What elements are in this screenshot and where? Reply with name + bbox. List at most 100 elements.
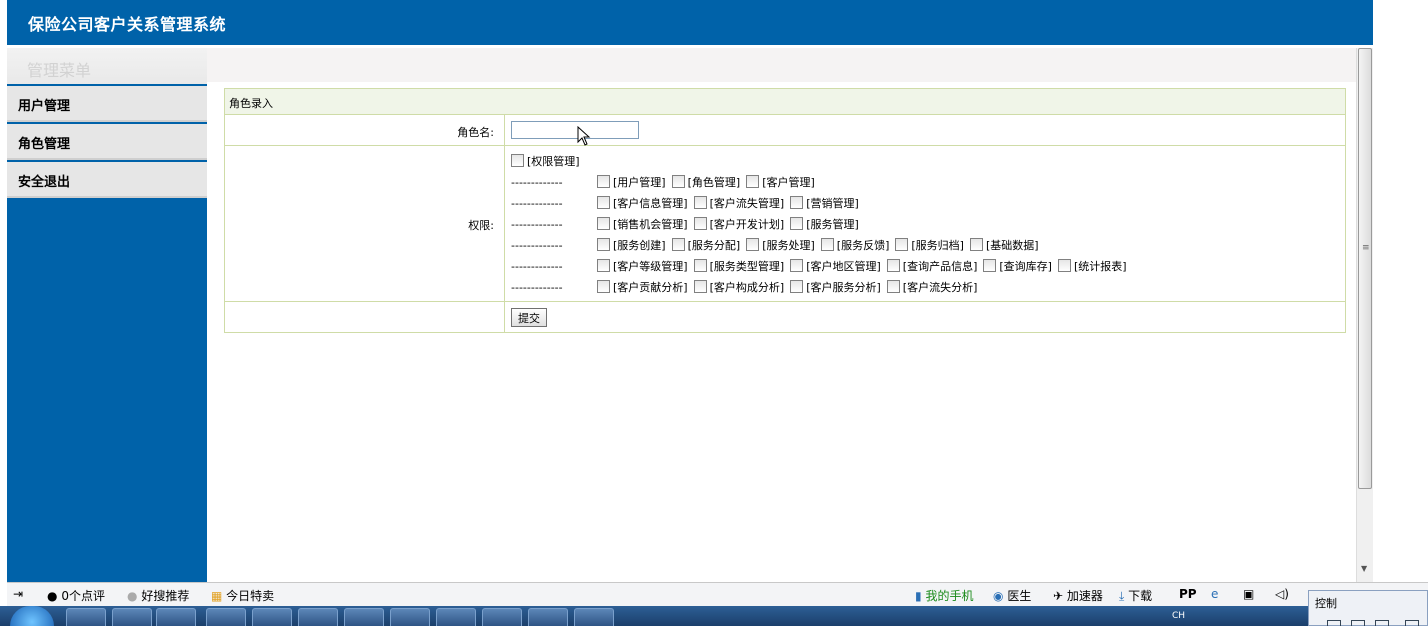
permission-checkbox[interactable] (886, 280, 900, 293)
control-square-icon[interactable] (1375, 620, 1389, 626)
taskbar-editor-icon[interactable] (344, 608, 384, 626)
accelerator-link[interactable]: ✈ 加速器 (1053, 587, 1103, 604)
permission-checkbox[interactable] (746, 175, 760, 188)
control-square-icon[interactable] (1405, 620, 1419, 626)
sidebar-item-label: 角色管理 (18, 137, 71, 152)
permission-checkbox[interactable] (671, 175, 685, 188)
permission-checkbox[interactable] (597, 217, 610, 230)
permission-item[interactable]: [客户等级管理] (597, 258, 688, 274)
taskbar-ie-icon[interactable] (206, 608, 246, 626)
reviews-link[interactable]: ● 0个点评 (47, 587, 105, 604)
permission-item[interactable]: [服务分配] (671, 237, 740, 253)
permission-label: [服务反馈] (836, 239, 890, 252)
permission-checkbox[interactable] (790, 280, 804, 293)
permission-checkbox[interactable] (790, 217, 804, 230)
permission-item[interactable]: [查询库存] (983, 258, 1052, 274)
sidebar: 管理菜单 用户管理 角色管理 安全退出 (7, 48, 207, 582)
taskbar-app-icon[interactable] (112, 608, 152, 626)
permission-checkbox[interactable] (983, 259, 997, 272)
permission-item[interactable]: [服务反馈] (820, 237, 890, 253)
tree-dash: ------------- (511, 218, 563, 231)
permission-checkbox[interactable] (597, 238, 610, 251)
role-name-input[interactable] (511, 121, 639, 139)
permission-item[interactable]: [查询产品信息] (886, 258, 978, 274)
taskbar-ie2-icon[interactable] (436, 608, 476, 626)
permission-item[interactable]: [服务管理] (790, 216, 859, 232)
permission-item[interactable]: [客户开发计划] (693, 216, 784, 232)
permission-checkbox[interactable] (790, 259, 804, 272)
permission-item[interactable]: [销售机会管理] (597, 216, 688, 232)
permission-item[interactable]: [客户信息管理] (597, 195, 688, 211)
permission-item[interactable]: [客户管理] (746, 174, 815, 190)
deals-link[interactable]: ▦ 今日特卖 (211, 587, 274, 604)
permission-checkbox[interactable] (511, 154, 524, 167)
pp-icon[interactable]: PP (1179, 587, 1197, 601)
taskbar-vs-icon[interactable] (528, 608, 568, 626)
permission-item[interactable]: [角色管理] (671, 174, 740, 190)
permission-checkbox[interactable] (597, 259, 610, 272)
input-language-indicator[interactable]: CH (1172, 611, 1185, 621)
control-square-icon[interactable] (1327, 620, 1341, 626)
start-button-icon[interactable] (10, 606, 54, 626)
permission-item[interactable]: [用户管理] (597, 174, 666, 190)
taskbar-browser-icon[interactable] (390, 608, 430, 626)
main-content: 角色录入 角色名: 权限: [权限管理] ------------- [用户管理]… (207, 48, 1356, 582)
control-square-icon[interactable] (1351, 620, 1365, 626)
permission-item[interactable]: [服务处理] (746, 237, 815, 253)
sidebar-item-role-management[interactable]: 角色管理 (7, 124, 207, 160)
my-phone-link[interactable]: ▮ 我的手机 (915, 587, 973, 604)
taskbar-pen-icon[interactable] (482, 608, 522, 626)
taskbar-red-app-icon[interactable] (298, 608, 338, 626)
permission-label: [查询产品信息] (902, 260, 978, 273)
taskbar-media-icon[interactable] (66, 608, 106, 626)
permission-checkbox[interactable] (693, 196, 707, 209)
doctor-link[interactable]: ◉ 医生 (993, 587, 1031, 604)
recommend-link[interactable]: ● 好搜推荐 (127, 587, 189, 604)
control-panel-popup[interactable]: 控制 (1308, 590, 1428, 626)
vertical-scrollbar[interactable]: ≡ ▼ (1356, 48, 1373, 582)
rocket-icon: ✈ (1053, 589, 1064, 603)
windows-taskbar: CH (0, 606, 1428, 626)
permission-item[interactable]: [客户构成分析] (693, 279, 784, 295)
permission-checkbox[interactable] (746, 238, 760, 251)
permission-item[interactable]: [服务类型管理] (693, 258, 784, 274)
ie-icon[interactable]: e (1211, 587, 1218, 601)
permission-item[interactable]: [营销管理] (790, 195, 859, 211)
window-icon[interactable]: ▣ (1243, 587, 1254, 601)
taskbar-tool-icon[interactable] (252, 608, 292, 626)
permission-item[interactable]: [客户流失分析] (886, 279, 977, 295)
permission-checkbox[interactable] (895, 238, 909, 251)
permission-checkbox[interactable] (597, 196, 610, 209)
permission-label: [服务处理] (762, 239, 815, 252)
download-link[interactable]: ⤓ 下载 (1119, 587, 1152, 604)
scrollbar-thumb[interactable]: ≡ (1358, 48, 1372, 489)
permission-checkbox[interactable] (693, 217, 707, 230)
permission-item[interactable]: [客户贡献分析] (597, 279, 688, 295)
permission-checkbox[interactable] (820, 238, 834, 251)
permission-item[interactable]: [服务创建] (597, 237, 666, 253)
permission-checkbox[interactable] (597, 175, 610, 188)
permission-checkbox[interactable] (671, 238, 685, 251)
permission-item[interactable]: [客户流失管理] (693, 195, 784, 211)
scroll-down-arrow-icon[interactable]: ▼ (1361, 564, 1367, 573)
permission-checkbox[interactable] (790, 196, 804, 209)
deals-label: 今日特卖 (226, 589, 275, 603)
permission-checkbox[interactable] (1057, 259, 1071, 272)
permission-item[interactable]: [客户服务分析] (790, 279, 881, 295)
permission-item[interactable]: [客户地区管理] (790, 258, 881, 274)
taskbar-word-icon[interactable] (574, 608, 614, 626)
permission-checkbox[interactable] (886, 259, 900, 272)
taskbar-folder-icon[interactable] (156, 608, 196, 626)
permission-item[interactable]: [统计报表] (1057, 258, 1127, 274)
exit-icon[interactable]: ⇥ (13, 587, 23, 601)
permission-item[interactable]: [基础数据] (969, 237, 1039, 253)
permission-checkbox[interactable] (969, 238, 983, 251)
sidebar-item-user-management[interactable]: 用户管理 (7, 86, 207, 122)
submit-button[interactable]: 提交 (511, 308, 547, 327)
speaker-icon[interactable]: ◁) (1275, 587, 1289, 601)
permission-item[interactable]: [服务归档] (895, 237, 964, 253)
sidebar-item-logout[interactable]: 安全退出 (7, 162, 207, 198)
permission-checkbox[interactable] (693, 280, 707, 293)
permission-checkbox[interactable] (693, 259, 707, 272)
permission-checkbox[interactable] (597, 280, 610, 293)
